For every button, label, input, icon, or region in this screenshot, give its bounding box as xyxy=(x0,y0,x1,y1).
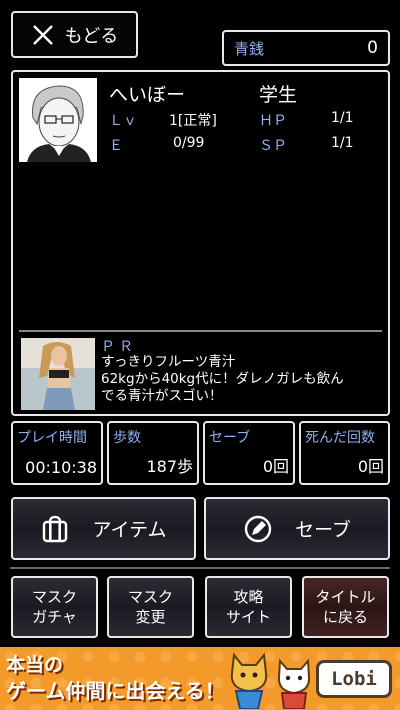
return-to-title-button[interactable]: タイトル に戻る xyxy=(302,576,389,638)
e-label: Ｅ xyxy=(109,138,123,154)
ad-image[interactable] xyxy=(21,338,95,410)
back-label: もどる xyxy=(64,25,119,47)
currency-label: 青銭 xyxy=(234,39,265,58)
lv-label: Ｌｖ xyxy=(109,113,137,129)
steps-box: 歩数 187歩 xyxy=(107,421,199,485)
mask-gacha-line2: ガチャ xyxy=(32,608,77,626)
character-class: 学生 xyxy=(259,84,298,106)
lobi-logo: Lobi xyxy=(316,660,392,698)
ad-text-line1[interactable]: すっきりフルーツ青汁 xyxy=(101,354,235,371)
steps-label: 歩数 xyxy=(113,430,141,446)
back-button[interactable]: もどる xyxy=(11,11,138,58)
ad-text-line3[interactable]: でる青汁がスゴい！ xyxy=(101,388,223,405)
guide-line1: 攻略 xyxy=(233,588,264,606)
lv-value: 1[正常] xyxy=(169,113,217,129)
pr-divider xyxy=(19,330,382,332)
mask-gacha-button[interactable]: マスク ガチャ xyxy=(11,576,98,638)
item-button[interactable]: アイテム xyxy=(11,497,196,560)
sp-label: ＳＰ xyxy=(259,138,287,154)
currency-value: 0 xyxy=(367,38,378,58)
save-button[interactable]: セーブ xyxy=(204,497,390,560)
bag-icon xyxy=(43,515,68,542)
title-line1: タイトル xyxy=(315,588,376,606)
guide-site-button[interactable]: 攻略 サイト xyxy=(205,576,292,638)
ad-banner[interactable]: 本当の ゲーム仲間に出会える！ Lobi xyxy=(0,647,400,710)
playtime-value: 00:10:38 xyxy=(25,458,97,477)
deaths-box: 死んだ回数 0回 xyxy=(299,421,390,485)
mask-change-line2: 変更 xyxy=(135,608,166,626)
saves-value: 0回 xyxy=(262,457,289,476)
playtime-label: プレイ時間 xyxy=(17,430,87,446)
steps-value: 187歩 xyxy=(146,457,193,476)
saves-box: セーブ 0回 xyxy=(203,421,295,485)
item-label: アイテム xyxy=(92,519,167,541)
lobi-brand: Lobi xyxy=(331,668,377,690)
status-panel: へいぼー 学生 Ｌｖ 1[正常] ＨＰ 1/1 Ｅ 0/99 ＳＰ 1/1 ＰＲ… xyxy=(11,70,390,416)
close-icon xyxy=(32,24,53,45)
hp-label: ＨＰ xyxy=(259,113,287,129)
ad-line1: 本当の xyxy=(6,654,64,676)
ad-text-line2[interactable]: 62kgから40kg代に！ダレノガレも飲ん xyxy=(101,371,344,388)
guide-line2: サイト xyxy=(225,608,271,626)
saves-label: セーブ xyxy=(209,430,251,446)
mask-change-line1: マスク xyxy=(127,588,173,606)
mask-change-button[interactable]: マスク 変更 xyxy=(107,576,194,638)
title-line2: に戻る xyxy=(322,608,368,626)
character-name: へいぼー xyxy=(109,84,186,106)
save-label: セーブ xyxy=(295,519,351,541)
pr-label: ＰＲ xyxy=(101,339,137,355)
ad-headline: 本当の ゲーム仲間に出会える！ xyxy=(6,652,225,704)
mask-gacha-line1: マスク xyxy=(31,588,77,606)
deaths-label: 死んだ回数 xyxy=(305,430,375,446)
hp-value: 1/1 xyxy=(331,110,354,126)
character-avatar xyxy=(19,78,97,162)
menu-divider xyxy=(10,567,390,569)
mascot-white-cat-icon xyxy=(277,658,311,709)
mascot-cat-icon xyxy=(230,652,268,709)
sp-value: 1/1 xyxy=(331,135,354,151)
deaths-value: 0回 xyxy=(357,457,384,476)
playtime-box: プレイ時間 00:10:38 xyxy=(11,421,103,485)
currency-display: 青銭 0 xyxy=(222,30,390,66)
ad-line2: ゲーム仲間に出会える！ xyxy=(6,679,225,703)
pencil-icon xyxy=(244,515,272,542)
e-value: 0/99 xyxy=(173,135,205,151)
